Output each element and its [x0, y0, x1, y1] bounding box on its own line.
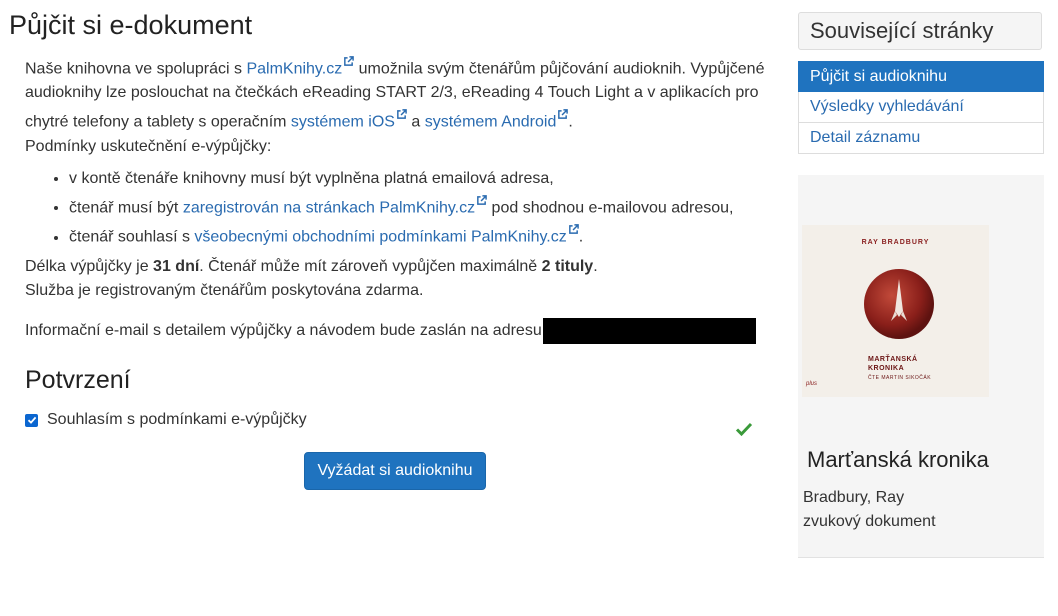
conditions-list: v kontě čtenáře knihovny musí být vyplně… — [25, 166, 789, 250]
redacted-email — [543, 318, 756, 344]
cover-title: MARŤANSKÁ KRONIKA — [868, 356, 918, 372]
loan-info: Délka výpůjčky je 31 dní. Čtenář může mí… — [25, 258, 598, 299]
intro-paragraph: Naše knihovna ve spolupráci s PalmKnihy.… — [25, 52, 775, 159]
related-pages-title: Související stránky — [798, 12, 1042, 50]
register-link[interactable]: zaregistrován na stránkach PalmKnihy.cz — [183, 199, 475, 216]
intro-text-3: a — [406, 113, 425, 131]
book-type: zvukový dokument — [803, 513, 936, 530]
checkmark-icon — [27, 416, 36, 424]
related-pages-list: Půjčit si audioknihu Výsledky vyhledáván… — [798, 61, 1044, 154]
book-card: RAY BRADBURY MARŤANSKÁ KRONIKA ČTE MARTIN… — [798, 175, 1044, 558]
book-title[interactable]: Marťanská kronika — [807, 447, 989, 473]
intro-text-1: Naše knihovna ve spolupráci s — [25, 60, 247, 78]
agree-label[interactable]: Souhlasím s podmínkami e-výpůjčky — [47, 411, 307, 429]
list-item: v kontě čtenáře knihovny musí být vyplně… — [69, 166, 789, 191]
mars-planet-icon — [864, 269, 934, 339]
book-cover-image[interactable]: RAY BRADBURY MARŤANSKÁ KRONIKA ČTE MARTIN… — [802, 225, 989, 397]
book-author: Bradbury, Ray — [803, 489, 905, 506]
loan-titles: 2 tituly — [541, 258, 594, 275]
external-link-icon — [557, 109, 569, 123]
external-link-icon — [343, 56, 355, 70]
ios-link[interactable]: systémem iOS — [291, 114, 395, 131]
free-service-text: Služba je registrovaným čtenářům poskyto… — [25, 282, 424, 299]
valid-check-icon — [735, 421, 753, 442]
confirm-heading: Potvrzení — [25, 366, 131, 394]
agree-row[interactable]: Souhlasím s podmínkami e-výpůjčky — [25, 411, 307, 429]
external-link-icon — [476, 195, 487, 209]
sidebar-item-record-detail[interactable]: Detail záznamu — [798, 123, 1044, 154]
request-audiobook-button[interactable]: Vyžádat si audioknihu — [304, 452, 486, 490]
loan-days: 31 dní — [153, 258, 200, 275]
terms-link[interactable]: všeobecnými obchodními podmínkami PalmKn… — [194, 229, 566, 246]
external-link-icon — [568, 224, 579, 238]
android-link[interactable]: systémem Android — [425, 114, 557, 131]
agree-checkbox[interactable] — [25, 413, 38, 427]
sidebar-item-search-results[interactable]: Výsledky vyhledávání — [798, 92, 1044, 123]
palmknihy-link[interactable]: PalmKnihy.cz — [246, 60, 342, 77]
intro-text-4: . — [568, 113, 573, 131]
list-item: čtenář souhlasí s všeobecnými obchodními… — [69, 220, 789, 249]
page-title: Půjčit si e-dokument — [9, 10, 253, 40]
sidebar-item-borrow-audiobook[interactable]: Půjčit si audioknihu — [798, 61, 1044, 92]
list-item: čtenář musí být zaregistrován na stránka… — [69, 191, 789, 220]
external-link-icon — [396, 109, 407, 123]
conditions-heading: Podmínky uskutečnění e-výpůjčky: — [25, 137, 272, 155]
